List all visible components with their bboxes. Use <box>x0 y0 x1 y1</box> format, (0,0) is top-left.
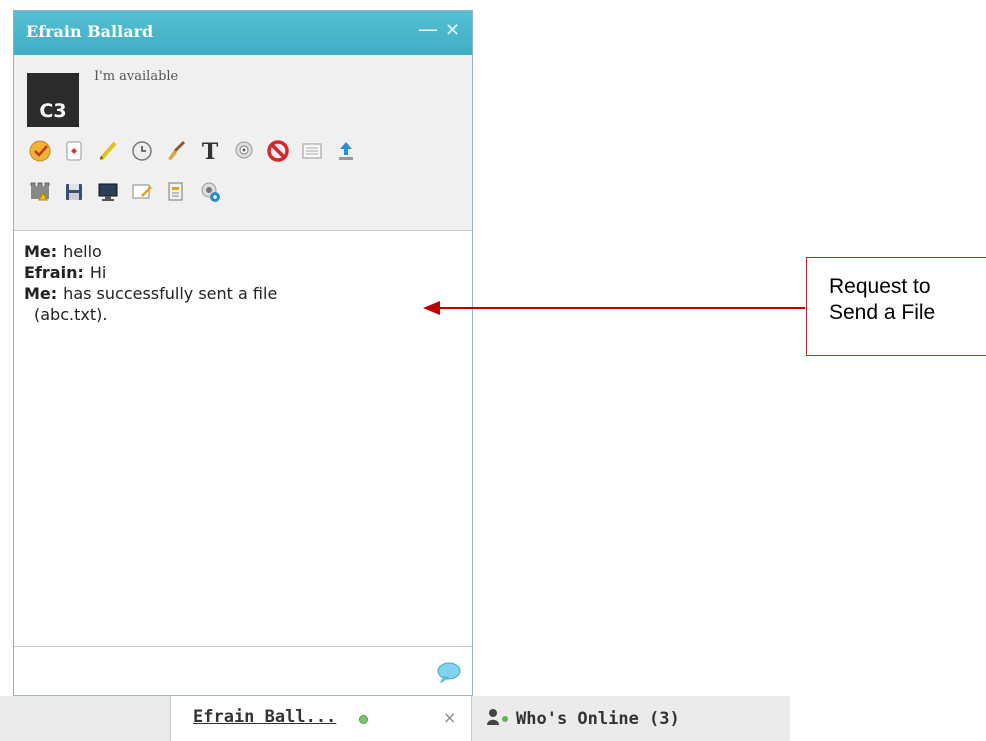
speech-bubble-icon[interactable] <box>436 661 462 687</box>
save-icon[interactable] <box>60 178 88 206</box>
video-call-icon[interactable] <box>196 178 224 206</box>
message-text: Hi <box>89 263 107 282</box>
close-button[interactable]: ✕ <box>445 20 460 41</box>
message-sender: Efrain: <box>24 263 84 282</box>
svg-text:T: T <box>202 139 219 163</box>
input-area <box>14 646 472 695</box>
user-online-icon <box>486 708 510 730</box>
broom-icon[interactable] <box>162 137 190 165</box>
webcam-icon[interactable] <box>230 137 258 165</box>
screen-share-icon[interactable] <box>94 178 122 206</box>
toolbar-row-1: T <box>26 137 360 165</box>
chat-header[interactable]: Efrain Ballard — ✕ <box>14 11 472 55</box>
chat-history-icon[interactable] <box>298 137 326 165</box>
message-text: has successfully sent a file <box>63 284 278 303</box>
message-text: hello <box>63 242 102 261</box>
chat-tab[interactable]: Efrain Ball... × <box>170 696 472 741</box>
chat-tab-label[interactable]: Efrain Ball... <box>193 707 336 727</box>
callout-line-2: Send a File <box>829 301 936 324</box>
document-icon[interactable] <box>162 178 190 206</box>
minimize-button[interactable]: — <box>418 17 438 41</box>
message-sender: Me: <box>24 284 58 303</box>
card-icon[interactable] <box>60 137 88 165</box>
block-icon[interactable] <box>264 137 292 165</box>
chat-window: Efrain Ballard — ✕ C3 I'm available T Me… <box>13 10 473 696</box>
clock-icon[interactable] <box>128 137 156 165</box>
callout-line-1: Request to <box>829 275 931 298</box>
message-sender: Me: <box>24 242 58 261</box>
annotation-callout: Request to Send a File <box>806 257 986 356</box>
chat-input[interactable] <box>18 651 422 687</box>
message-text-continued: (abc.txt). <box>34 305 108 324</box>
emoticon-icon[interactable] <box>26 137 54 165</box>
chat-title: Efrain Ballard <box>26 22 154 41</box>
font-icon[interactable]: T <box>196 137 224 165</box>
privacy-icon[interactable] <box>26 178 54 206</box>
message-list: Me: hello Efrain: Hi Me: has successfully s… <box>14 231 472 646</box>
whos-online-button[interactable]: Who's Online (3) <box>486 696 680 741</box>
message-item: Me: hello <box>24 241 462 262</box>
profile-panel: C3 I'm available T <box>14 55 472 231</box>
whos-online-label: Who's Online (3) <box>516 708 680 729</box>
status-text: I'm available <box>94 69 179 84</box>
whiteboard-icon[interactable] <box>128 178 156 206</box>
message-item: Efrain: Hi <box>24 262 462 283</box>
online-status-icon <box>359 715 368 724</box>
tab-close-button[interactable]: × <box>443 708 456 727</box>
upload-icon[interactable] <box>332 137 360 165</box>
taskbar: Efrain Ball... × Who's Online (3) <box>0 696 790 741</box>
callout-arrow <box>423 301 805 315</box>
pencil-icon[interactable] <box>94 137 122 165</box>
avatar: C3 <box>27 73 79 127</box>
message-item: Me: has successfully sent a file (abc.txt… <box>24 283 462 325</box>
toolbar-row-2 <box>26 178 224 206</box>
